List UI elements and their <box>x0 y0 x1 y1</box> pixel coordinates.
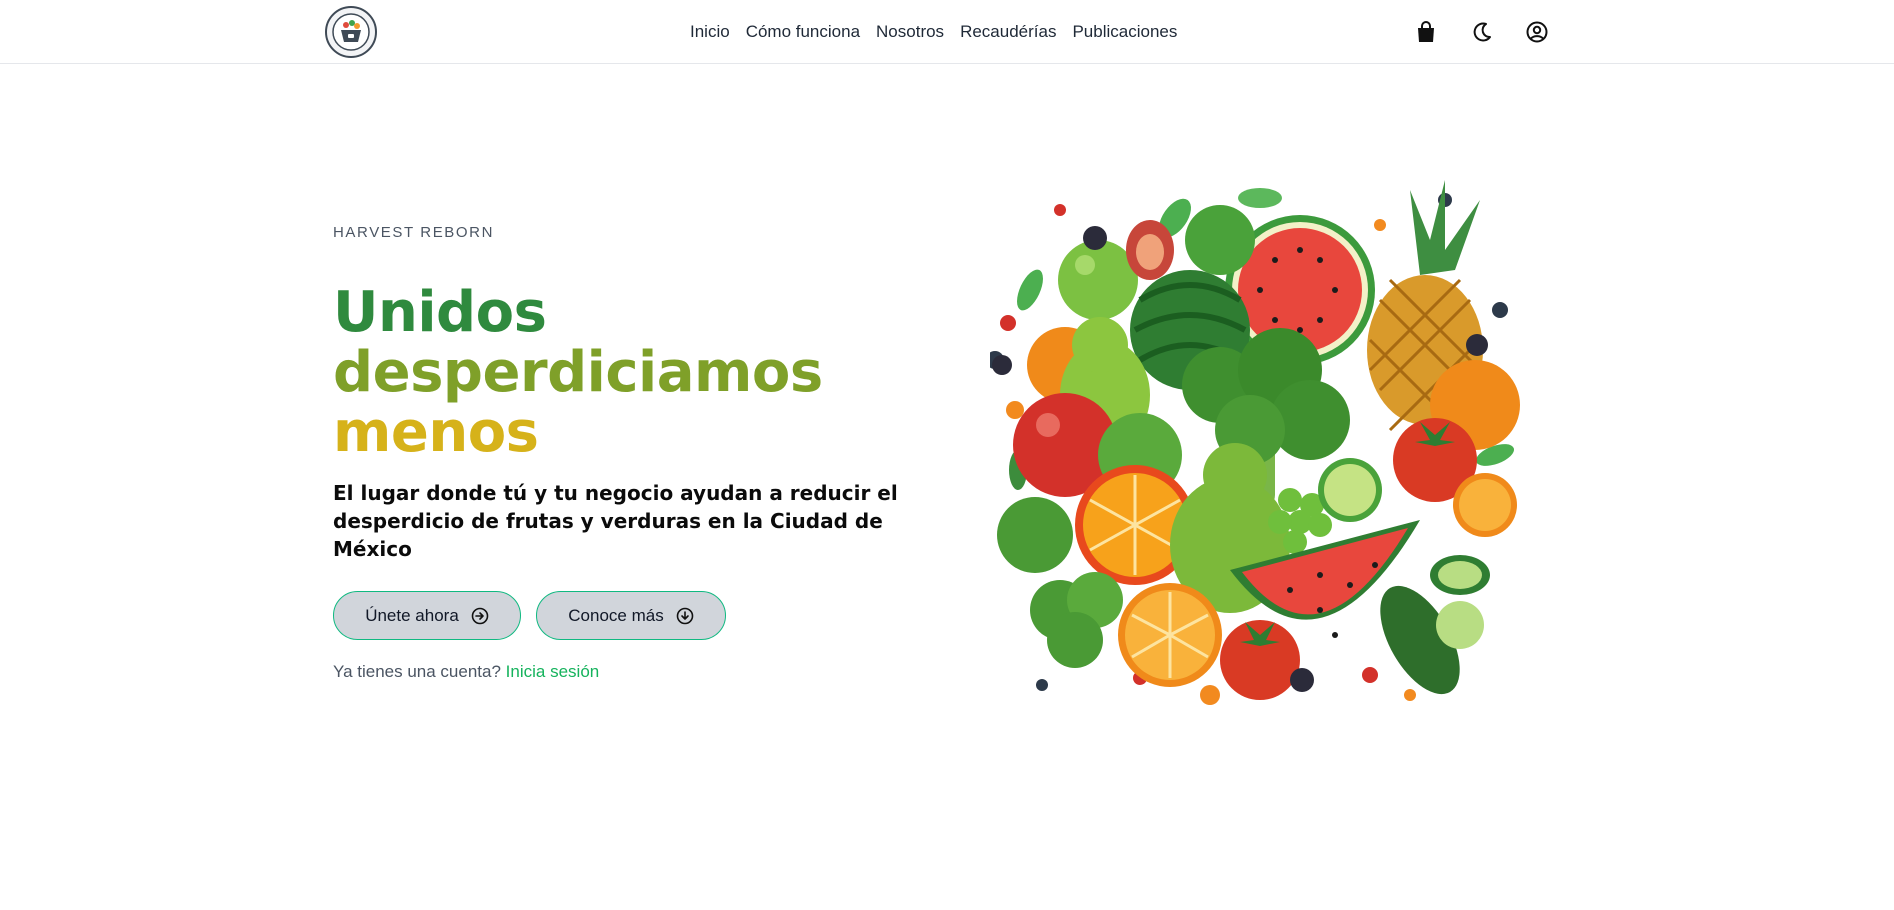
hero-eyebrow: HARVEST REBORN <box>333 224 495 241</box>
arrow-down-circle-icon <box>676 607 694 624</box>
user-circle-icon[interactable] <box>1523 18 1551 46</box>
nav-inicio[interactable]: Inicio <box>690 22 730 42</box>
learn-more-button[interactable]: Conoce más <box>536 591 726 640</box>
headline-line-2: desperdiciamos <box>333 340 823 405</box>
join-now-button[interactable]: Únete ahora <box>333 591 521 640</box>
basket-logo-icon <box>332 13 370 51</box>
moon-icon[interactable] <box>1468 18 1496 46</box>
hero-buttons: Únete ahora Conoce más <box>333 591 726 640</box>
nav-publicaciones[interactable]: Publicaciones <box>1072 22 1177 42</box>
headline-line-3: menos <box>333 400 539 465</box>
shopping-bag-icon[interactable] <box>1412 18 1440 46</box>
main-nav: Inicio Cómo funciona Nosotros Recaudéría… <box>690 0 1177 64</box>
nav-nosotros[interactable]: Nosotros <box>876 22 944 42</box>
nav-recauderias[interactable]: Recaudérías <box>960 22 1056 42</box>
navbar: Inicio Cómo funciona Nosotros Recaudéría… <box>0 0 1894 64</box>
fruits-vegetables-illustration <box>986 180 1530 740</box>
nav-como-funciona[interactable]: Cómo funciona <box>746 22 860 42</box>
signin-link[interactable]: Inicia sesión <box>506 662 600 681</box>
headline-line-1: Unidos <box>333 280 547 345</box>
signin-text: Ya tienes una cuenta? <box>333 662 501 681</box>
arrow-right-circle-icon <box>471 607 489 624</box>
hero-headline: Unidos desperdiciamos menos <box>333 283 973 463</box>
hero-subtitle: El lugar donde tú y tu negocio ayudan a … <box>333 481 898 561</box>
join-now-label: Únete ahora <box>365 605 459 625</box>
learn-more-label: Conoce más <box>568 605 664 625</box>
signin-prompt: Ya tienes una cuenta? Inicia sesión <box>333 662 599 682</box>
hero-text: HARVEST REBORN Unidos desperdiciamos men… <box>333 224 973 563</box>
brand-logo[interactable] <box>325 6 377 58</box>
